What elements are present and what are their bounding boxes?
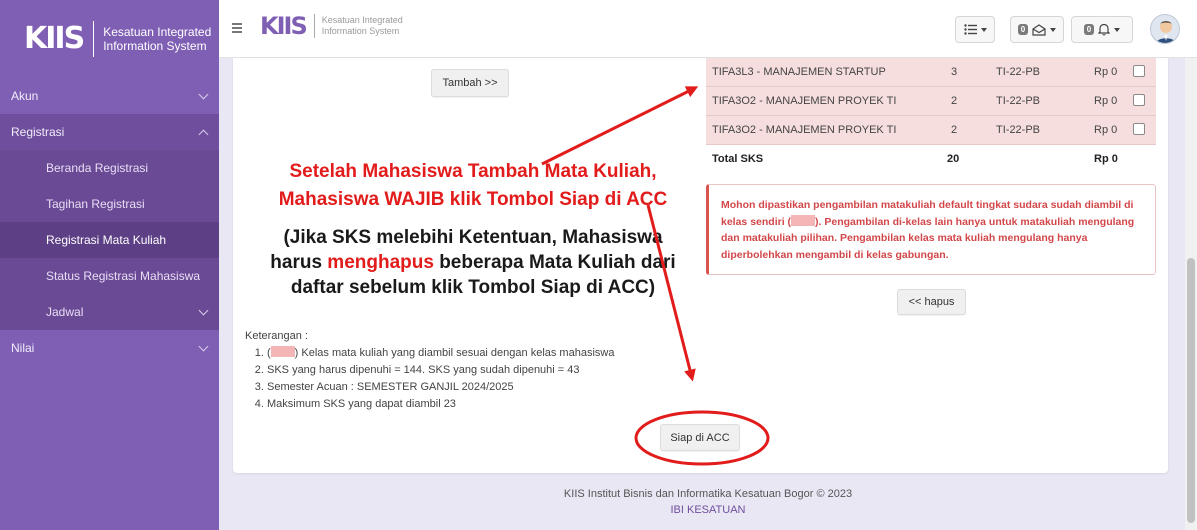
user-avatar-icon [1155, 21, 1177, 43]
sidebar-item-status-registrasi[interactable]: Status Registrasi Mahasiswa [0, 258, 219, 294]
sidebar-item-nilai[interactable]: Nilai [0, 330, 219, 366]
caret-down-icon [1050, 27, 1057, 32]
sidebar-item-registrasi-mata-kuliah[interactable]: Registrasi Mata Kuliah [0, 222, 219, 258]
topbar-logo-line-1: Kesatuan Integrated [321, 15, 403, 25]
note-item: Maksimum SKS yang dapat diambil 23 [267, 396, 614, 413]
chevron-up-icon [198, 129, 209, 139]
course-sks: 2 [951, 95, 958, 107]
caret-down-icon [1114, 27, 1121, 32]
total-sks-value: 20 [947, 153, 960, 165]
tambah-button[interactable]: Tambah >> [431, 69, 509, 97]
course-name: TIFA3O2 - MANAJEMEN PROYEK TI [712, 95, 897, 107]
list-icon [963, 24, 977, 35]
siap-di-acc-button[interactable]: Siap di ACC [660, 424, 740, 451]
course-sks: 3 [951, 66, 958, 78]
total-fee-value: Rp 0 [1094, 153, 1118, 165]
total-row: Total SKS 20 Rp 0 [706, 145, 1156, 174]
sidebar-item-label: Nilai [11, 341, 35, 355]
total-sks-label: Total SKS [712, 153, 764, 165]
sidebar-item-label: Registrasi Mata Kuliah [46, 233, 167, 247]
footer: KIIS Institut Bisnis dan Informatika Kes… [219, 486, 1197, 518]
course-checkbox[interactable] [1133, 65, 1145, 77]
user-avatar[interactable] [1150, 14, 1180, 44]
sidebar-item-akun[interactable]: Akun [0, 78, 219, 114]
instruction-text: harus [270, 252, 328, 273]
note-item: Semester Acuan : SEMESTER GANJIL 2024/20… [267, 379, 614, 396]
brand-line-1: Kesatuan Integrated [103, 24, 212, 39]
mail-count-badge: 0 [1017, 24, 1029, 35]
sidebar-item-label: Akun [11, 89, 39, 103]
instruction-line-1: Setelah Mahasiswa Tambah Mata Kuliah, [289, 161, 657, 182]
footer-copyright: KIIS Institut Bisnis dan Informatika Kes… [563, 488, 853, 500]
bell-icon [1098, 23, 1111, 36]
sidebar-item-beranda-registrasi[interactable]: Beranda Registrasi [0, 150, 219, 186]
chevron-down-icon [198, 341, 209, 351]
instruction-line-5: daftar sebelum klik Tombol Siap di ACC) [290, 277, 656, 298]
course-class: TI-22-PB [996, 124, 1041, 136]
sidebar-item-label: Tagihan Registrasi [46, 197, 145, 211]
brand-title: Kesatuan Integrated Information System [103, 25, 211, 53]
note-item: () Kelas mata kuliah yang diambil sesuai… [267, 345, 614, 362]
envelope-open-icon [1032, 23, 1046, 36]
instruction-line-3: (Jika SKS melebihi Ketentuan, Mahasiswa [283, 227, 663, 248]
hamburger-menu-icon[interactable] [232, 23, 242, 35]
notes-section: Keterangan : () Kelas mata kuliah yang d… [245, 328, 614, 413]
sidebar-item-jadwal[interactable]: Jadwal [0, 294, 219, 330]
hapus-button[interactable]: << hapus [897, 289, 966, 315]
sidebar-brand[interactable]: KIIS Kesatuan Integrated Information Sys… [0, 0, 219, 77]
top-bar: KIIS Kesatuan Integrated Information Sys… [219, 0, 1197, 58]
kiis-logo: KIIS [24, 21, 85, 56]
sidebar-item-label: Registrasi [11, 125, 65, 139]
sidebar: KIIS Kesatuan Integrated Information Sys… [0, 0, 219, 530]
table-row: TIFA3O2 - MANAJEMEN PROYEK TI 2 TI-22-PB… [706, 116, 1156, 145]
sidebar-item-tagihan-registrasi[interactable]: Tagihan Registrasi [0, 186, 219, 222]
messages-button[interactable]: 0 [1010, 16, 1064, 43]
chevron-down-icon [198, 305, 209, 315]
course-fee: Rp 0 [1094, 66, 1118, 78]
logo-divider [313, 14, 315, 38]
instruction-text: beberapa Mata Kuliah dari [433, 252, 676, 273]
selected-courses-table: TIFA3L3 - MANAJEMEN STARTUP 3 TI-22-PB R… [706, 58, 1156, 174]
scrollbar-thumb[interactable] [1187, 258, 1195, 523]
course-checkbox[interactable] [1133, 123, 1145, 135]
notes-title: Keterangan : [245, 330, 308, 342]
sidebar-item-label: Jadwal [46, 305, 84, 319]
own-class-color-swatch [791, 214, 816, 226]
note-text: ) Kelas mata kuliah yang diambil sesuai … [294, 347, 615, 359]
table-row: TIFA3L3 - MANAJEMEN STARTUP 3 TI-22-PB R… [706, 58, 1156, 87]
course-class: TI-22-PB [996, 95, 1041, 107]
sidebar-item-registrasi[interactable]: Registrasi [0, 114, 219, 150]
sidebar-item-label: Beranda Registrasi [46, 161, 149, 175]
footer-link[interactable]: IBI KESATUAN [219, 502, 1197, 518]
instruction-line-4: harus menghapus beberapa Mata Kuliah dar… [233, 251, 713, 275]
topbar-logo-text: Kesatuan Integrated Information System [322, 15, 403, 37]
course-sks: 2 [951, 124, 958, 136]
list-menu-button[interactable] [955, 16, 995, 43]
course-checkbox[interactable] [1133, 94, 1145, 106]
kiis-logo: KIIS [260, 12, 308, 40]
scrollbar[interactable] [1185, 58, 1197, 530]
brand-divider [93, 20, 95, 57]
instruction-highlight: menghapus [327, 252, 434, 273]
course-fee: Rp 0 [1094, 124, 1118, 136]
class-color-swatch [270, 346, 295, 357]
topbar-logo-line-2: Information System [321, 26, 400, 36]
course-name: TIFA3L3 - MANAJEMEN STARTUP [712, 66, 886, 78]
table-row: TIFA3O2 - MANAJEMEN PROYEK TI 2 TI-22-PB… [706, 87, 1156, 116]
note-item: SKS yang harus dipenuhi = 144. SKS yang … [267, 362, 614, 379]
caret-down-icon [980, 27, 987, 32]
topbar-logo[interactable]: KIIS Kesatuan Integrated Information Sys… [260, 12, 403, 40]
course-fee: Rp 0 [1094, 95, 1118, 107]
instruction-line-2: Mahasiswa WAJIB klik Tombol Siap di ACC [278, 189, 668, 210]
course-class: TI-22-PB [996, 66, 1041, 78]
sidebar-item-label: Status Registrasi Mahasiswa [46, 269, 201, 283]
chevron-down-icon [198, 89, 209, 99]
notification-count-badge: 0 [1083, 24, 1095, 35]
warning-alert: Mohon dipastikan pengambilan matakuliah … [706, 184, 1156, 275]
course-name: TIFA3O2 - MANAJEMEN PROYEK TI [712, 124, 897, 136]
notifications-button[interactable]: 0 [1071, 16, 1133, 43]
brand-line-2: Information System [103, 38, 207, 53]
registration-card: Tambah >> TIFA3L3 - MANAJEMEN STARTUP 3 … [233, 58, 1168, 473]
